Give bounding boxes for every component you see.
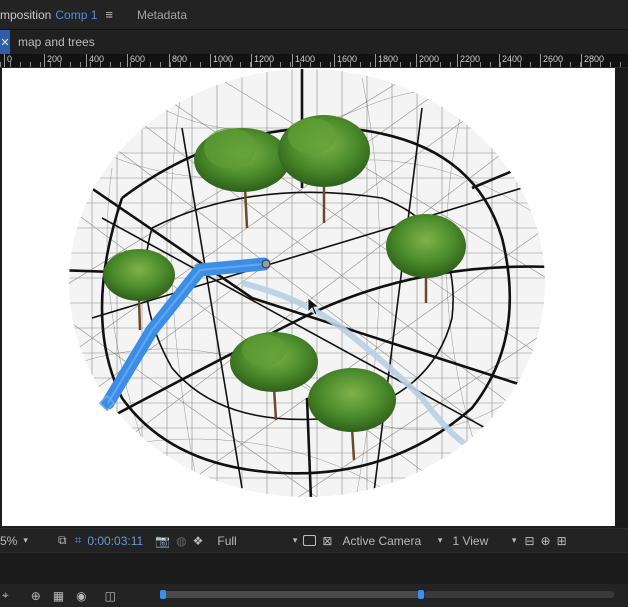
chevron-down-icon: ▾: [292, 535, 298, 545]
fit-frame-icon[interactable]: ⧉: [58, 529, 67, 553]
ruler-tick: 600: [127, 54, 145, 67]
toggle-mask-visibility-icon[interactable]: ⊠: [322, 529, 332, 553]
resolution-value: Full: [217, 533, 237, 548]
panel-tab-bar: mposition Comp 1 ≡ Metadata: [0, 0, 628, 30]
chevron-down-icon: ▾: [437, 535, 443, 545]
region-of-interest-icon[interactable]: ⌗: [75, 529, 82, 553]
camera-value: Active Camera: [342, 533, 422, 548]
after-effects-window: mposition Comp 1 ≡ Metadata ✕ map and tr…: [0, 0, 628, 607]
composition-canvas[interactable]: [2, 68, 615, 526]
show-snapshot-icon[interactable]: ◍: [176, 529, 186, 553]
ruler-tick: 2400: [499, 54, 522, 67]
ruler-tick: 200: [44, 54, 62, 67]
composition-tab-name: Comp 1: [55, 7, 98, 22]
ruler-tick: 1200: [251, 54, 274, 67]
ruler-tick: 2200: [457, 54, 480, 67]
metadata-tab-label: Metadata: [136, 7, 188, 22]
path-anchor-point[interactable]: [261, 259, 271, 269]
horizontal-ruler: 0 200 400 600 800 1000 1200 1400 1600 18…: [0, 54, 628, 68]
composition-breadcrumb-bar: ✕ map and trees: [0, 30, 628, 54]
ruler-tick: 1600: [334, 54, 357, 67]
chevron-down-icon: ▾: [511, 535, 517, 545]
ruler-tick: 800: [169, 54, 187, 67]
camera-dropdown[interactable]: Active Camera ▾: [342, 529, 442, 553]
toggle-transparency-grid-icon[interactable]: [303, 529, 317, 553]
globe-icon[interactable]: ⊕: [31, 589, 41, 603]
timeline-panel-header: [0, 552, 628, 584]
composition-viewer[interactable]: [0, 68, 628, 526]
pixel-aspect-icon[interactable]: ⊟: [524, 529, 534, 553]
view-layout-value: 1 View: [452, 533, 489, 548]
ruler-tick: 400: [86, 54, 104, 67]
fast-previews-icon[interactable]: ⊕: [541, 529, 551, 553]
ruler-tick: 1400: [292, 54, 315, 67]
hamburger-icon[interactable]: ≡: [105, 7, 113, 22]
color-channels-icon[interactable]: ❖: [193, 529, 204, 553]
tab-metadata[interactable]: Metadata: [137, 0, 197, 30]
map-artwork: [69, 69, 545, 497]
zoom-value: 5%: [0, 533, 18, 548]
snapshot-camera-icon[interactable]: 📷: [155, 529, 170, 553]
ruler-tick: 2600: [540, 54, 563, 67]
ruler-tick: 1000: [210, 54, 233, 67]
chevron-down-icon: ▾: [23, 535, 28, 545]
viewer-control-bar: 5% ▾ ⧉ ⌗ 0:00:03:11 📷 ◍ ❖ Full ▾ ⊠ Activ…: [0, 528, 628, 552]
tab-composition[interactable]: mposition Comp 1 ≡: [0, 0, 123, 30]
graph-editor-icon[interactable]: ◫: [105, 589, 116, 603]
ruler-tick: 2800: [581, 54, 604, 67]
viewer-vertical-scrollbar[interactable]: [615, 68, 628, 526]
timeline-toggle-icon[interactable]: ⊞: [557, 529, 567, 553]
work-area-end-handle[interactable]: [418, 590, 424, 599]
view-layout-dropdown[interactable]: 1 View ▾: [452, 529, 516, 553]
solo-icon[interactable]: ⌖: [2, 588, 9, 603]
motion-blur-icon[interactable]: ◉: [76, 589, 86, 603]
breadcrumb-item[interactable]: map and trees: [18, 35, 95, 49]
composition-tab-prefix: mposition: [0, 7, 52, 22]
current-timecode[interactable]: 0:00:03:11: [87, 534, 143, 548]
zoom-dropdown[interactable]: 5% ▾: [0, 529, 50, 553]
close-icon[interactable]: ✕: [0, 30, 10, 54]
resolution-dropdown[interactable]: Full ▾: [217, 529, 297, 553]
timeline-range-track: [424, 591, 614, 598]
ruler-tick: 2000: [416, 54, 439, 67]
frame-blending-icon[interactable]: ▦: [53, 589, 64, 603]
work-area-start-handle[interactable]: [160, 590, 166, 599]
ruler-tick: 0: [4, 54, 12, 67]
work-area-bar[interactable]: [162, 591, 422, 598]
ruler-tick: 1800: [375, 54, 398, 67]
